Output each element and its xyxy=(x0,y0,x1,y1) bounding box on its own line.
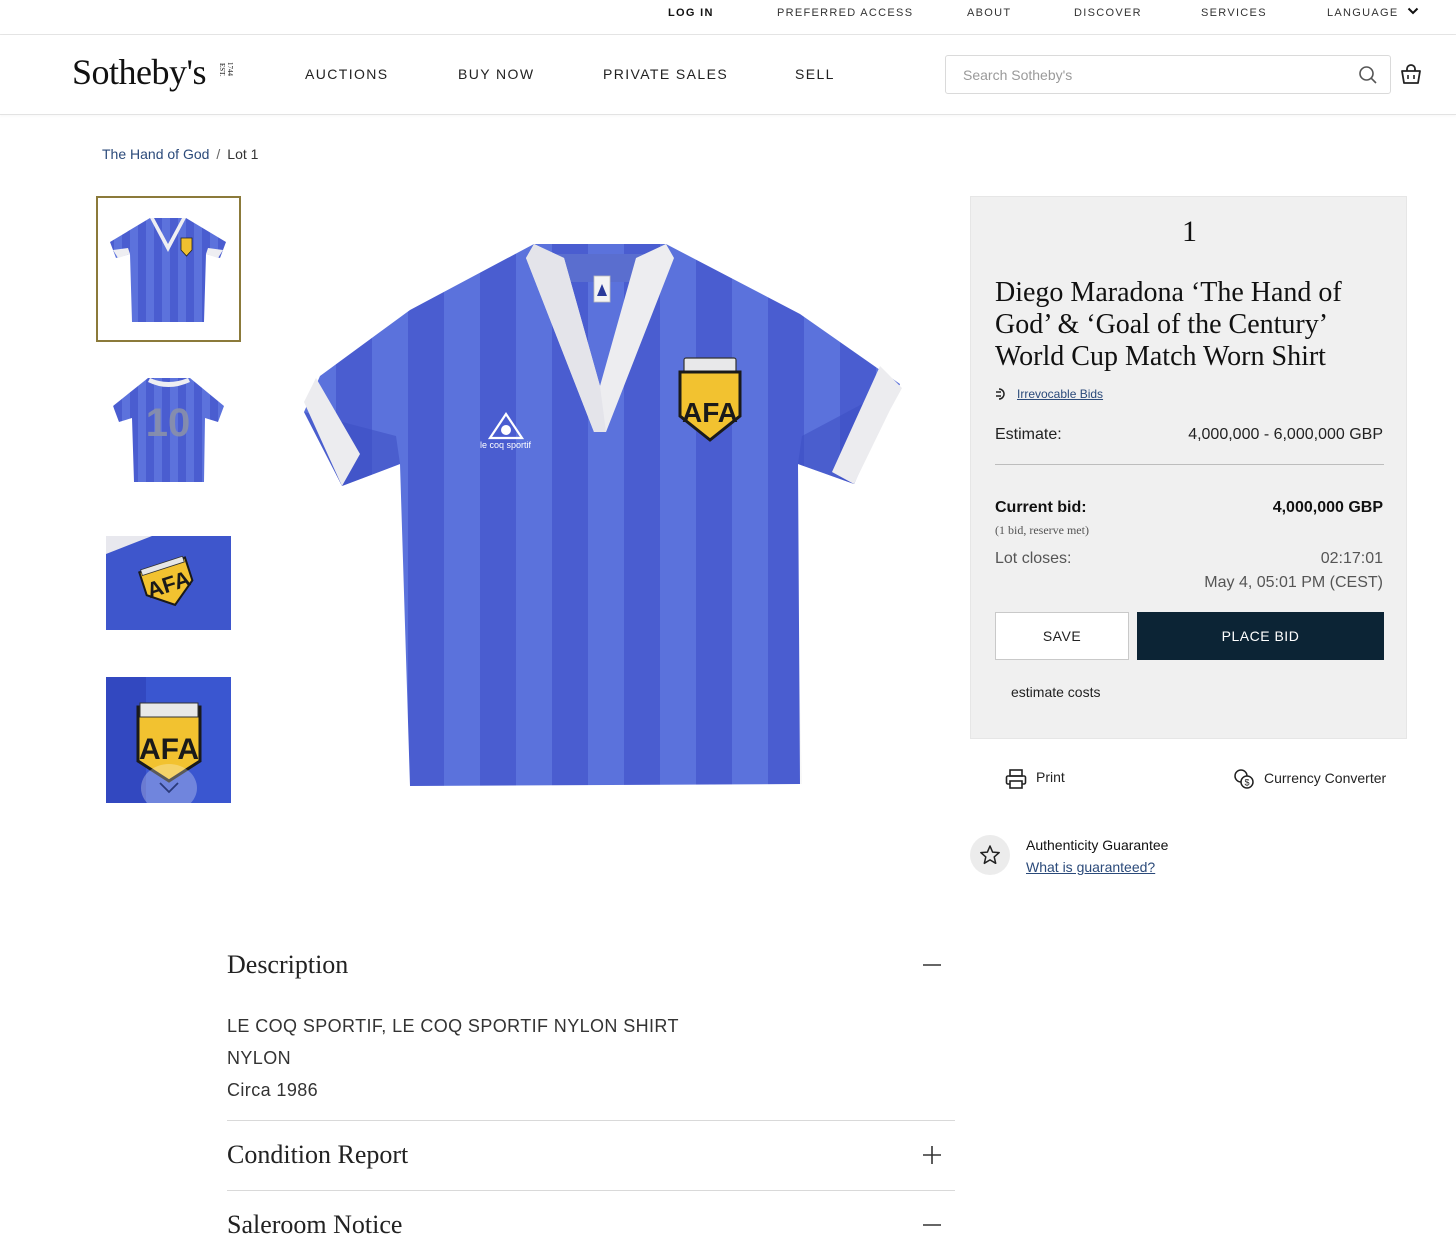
save-button[interactable]: SAVE xyxy=(995,612,1129,660)
crest-text: AFA xyxy=(682,397,738,428)
authenticity-guarantee-title: Authenticity Guarantee xyxy=(1026,837,1169,853)
nav-sell[interactable]: SELL xyxy=(795,66,835,82)
nav-private-sales[interactable]: PRIVATE SALES xyxy=(603,66,728,82)
shirt-back-thumbnail-image: 10 xyxy=(106,368,231,493)
logo-established-mark: EST. 1744 xyxy=(218,62,234,77)
currency-converter-icon: $ xyxy=(1234,769,1254,789)
thumbnail-badge-angled[interactable]: AFA xyxy=(106,536,231,630)
lot-closes-date: May 4, 05:01 PM (CEST) xyxy=(1204,574,1383,591)
breadcrumb: The Hand of God / Lot 1 xyxy=(102,146,258,162)
shopping-bag-icon[interactable] xyxy=(1399,62,1423,86)
lot-title: Diego Maradona ‘The Hand of God’ & ‘Goal… xyxy=(995,277,1342,372)
svg-text:1744: 1744 xyxy=(226,62,234,77)
current-bid-note: (1 bid, reserve met) xyxy=(995,523,1089,537)
main-lot-image[interactable]: le coq sportif AFA xyxy=(300,236,906,792)
saleroom-notice-heading[interactable]: Saleroom Notice xyxy=(227,1210,402,1240)
breadcrumb-separator: / xyxy=(216,146,221,162)
search-bar xyxy=(945,55,1391,94)
estimate-value: 4,000,000 - 6,000,000 GBP xyxy=(1188,426,1383,443)
thumbnails-scroll-down-button[interactable] xyxy=(141,764,197,812)
services-link[interactable]: SERVICES xyxy=(1201,7,1267,19)
crest-text: AFA xyxy=(139,733,199,766)
sothebys-logo[interactable]: Sotheby's xyxy=(72,51,207,93)
language-label: LANGUAGE xyxy=(1327,7,1399,19)
irrevocable-bids-icon xyxy=(996,388,1005,400)
about-link[interactable]: ABOUT xyxy=(967,7,1011,19)
currency-converter-button[interactable]: $ Currency Converter xyxy=(1233,768,1403,790)
badge-angled-thumbnail-image: AFA xyxy=(106,536,231,630)
main-header: Sotheby's EST. 1744 AUCTIONS BUY NOW PRI… xyxy=(0,35,1456,115)
utility-nav: LOG IN PREFERRED ACCESS ABOUT DISCOVER S… xyxy=(0,0,1456,35)
breadcrumb-auction-link[interactable]: The Hand of God xyxy=(102,146,209,162)
print-label: Print xyxy=(1036,769,1065,785)
chevron-down-icon xyxy=(159,782,179,794)
currency-converter-label: Currency Converter xyxy=(1264,770,1387,786)
discover-link[interactable]: DISCOVER xyxy=(1074,7,1142,19)
section-divider xyxy=(227,1120,955,1121)
nav-auctions[interactable]: AUCTIONS xyxy=(305,66,389,82)
lot-closes-label: Lot closes: xyxy=(995,550,1072,567)
irrevocable-bids-link[interactable]: Irrevocable Bids xyxy=(1017,387,1103,401)
what-is-guaranteed-link[interactable]: What is guaranteed? xyxy=(1026,859,1155,875)
search-input[interactable] xyxy=(946,56,1346,93)
svg-text:$: $ xyxy=(1244,778,1249,788)
collapse-icon[interactable] xyxy=(922,955,942,975)
star-icon xyxy=(980,845,1000,865)
shirt-front-thumbnail-image xyxy=(98,198,239,340)
back-number-text: 10 xyxy=(146,401,191,445)
search-icon[interactable] xyxy=(1358,65,1378,85)
description-line: NYLON xyxy=(227,1048,292,1068)
current-bid-value: 4,000,000 GBP xyxy=(1272,499,1383,516)
thumbnail-shirt-front[interactable] xyxy=(96,196,241,342)
collapse-icon[interactable] xyxy=(922,1215,942,1235)
expand-icon[interactable] xyxy=(922,1145,942,1165)
print-button[interactable]: Print xyxy=(1005,768,1075,790)
preferred-access-link[interactable]: PREFERRED ACCESS xyxy=(777,7,913,19)
lot-closes-countdown: 02:17:01 xyxy=(1320,550,1383,567)
place-bid-button[interactable]: PLACE BID xyxy=(1137,612,1384,660)
lot-number: 1 xyxy=(1182,215,1197,248)
irrevocable-bids: Irrevocable Bids xyxy=(995,387,1103,401)
estimate-costs-link[interactable]: estimate costs xyxy=(1011,684,1100,700)
description-line: LE COQ SPORTIF, LE COQ SPORTIF NYLON SHI… xyxy=(227,1016,679,1036)
description-heading[interactable]: Description xyxy=(227,950,348,980)
brand-text: le coq sportif xyxy=(480,440,532,450)
chevron-down-icon xyxy=(1407,7,1419,15)
printer-icon xyxy=(1005,769,1027,789)
authenticity-badge xyxy=(970,835,1010,875)
lot-details-panel: 1 Diego Maradona ‘The Hand of God’ & ‘Go… xyxy=(970,196,1407,739)
section-divider xyxy=(227,1190,955,1191)
current-bid-label: Current bid: xyxy=(995,499,1087,516)
language-selector[interactable]: LANGUAGE xyxy=(1327,7,1419,19)
svg-text:EST.: EST. xyxy=(218,63,226,77)
condition-report-heading[interactable]: Condition Report xyxy=(227,1140,408,1170)
estimate-label: Estimate: xyxy=(995,426,1062,443)
log-in-link[interactable]: LOG IN xyxy=(668,7,714,19)
panel-divider xyxy=(995,464,1384,465)
nav-buy-now[interactable]: BUY NOW xyxy=(458,66,534,82)
breadcrumb-current: Lot 1 xyxy=(227,146,259,162)
thumbnail-shirt-back[interactable]: 10 xyxy=(106,368,231,493)
description-line: Circa 1986 xyxy=(227,1080,319,1100)
